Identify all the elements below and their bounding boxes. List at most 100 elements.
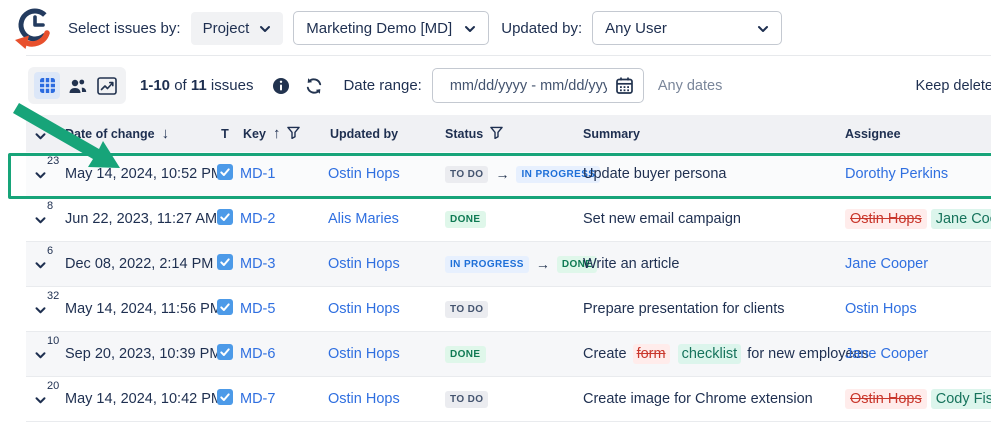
expand-cell: 20 [26,377,60,421]
header-status[interactable]: Status [443,126,581,142]
issue-key-link[interactable]: MD-1 [240,166,275,182]
updated-by-link[interactable]: Ostin Hops [328,301,400,317]
status-badge: TO DO [445,301,488,318]
expand-chevron-icon[interactable] [35,262,46,269]
expand-cell: 32 [26,287,60,331]
select-issues-by-dropdown[interactable]: Project [191,12,284,45]
toolbar: 1-10 of 11 issues Date range: Any dates … [0,56,991,115]
header-updated-by[interactable]: Updated by [328,127,443,141]
updated-by-link[interactable]: Ostin Hops [328,346,400,362]
table-row[interactable]: 20 May 14, 2024, 10:42 PM MD-7 Ostin Hop… [26,377,991,422]
project-select-value: Marketing Demo [MD] [306,20,452,37]
issue-key-link[interactable]: MD-3 [240,256,275,272]
chevron-down-icon [259,20,271,37]
issue-key-link[interactable]: MD-6 [240,346,275,362]
status-cell: IN PROGRESS→DONE [443,256,581,273]
updated-by-link[interactable]: Ostin Hops [328,166,400,182]
task-type-icon [217,164,233,184]
status-badge: TO DO [445,391,488,408]
expand-chevron-icon[interactable] [35,397,46,404]
chevron-down-icon [757,20,769,37]
expand-chevron-icon[interactable] [35,217,46,224]
summary-text: Set new email campaign [583,211,741,227]
assignee-link[interactable]: Ostin Hops [845,301,917,317]
issues-count-total: 11 [191,77,207,94]
select-issues-by-value: Project [203,20,250,37]
summary-text [672,346,676,362]
assignee-diff-removed: Ostin Hops [845,389,927,409]
expand-cell: 23 [26,152,60,196]
header-assignee[interactable]: Assignee [843,127,991,141]
assignee-cell: Dorothy Perkins [843,166,991,182]
type-cell [210,209,240,229]
task-type-icon [217,209,233,229]
assignee-cell: Jane Cooper [843,256,991,272]
chart-view-icon[interactable] [94,72,120,99]
updated-by-value: Any User [605,20,667,37]
header-date-of-change[interactable]: Date of change ↓ [60,125,210,142]
chevron-down-icon [464,20,476,37]
status-cell: DONE [443,211,581,228]
task-type-icon [217,389,233,409]
table-view-icon[interactable] [34,72,60,99]
header-summary[interactable]: Summary [581,127,843,141]
summary-text: Prepare presentation for clients [583,301,785,317]
header-date-label: Date of change [65,127,155,141]
calendar-icon[interactable] [615,76,634,100]
status-badge: DONE [445,346,486,363]
type-cell [210,344,240,364]
type-cell [210,389,240,409]
date-of-change-cell: May 14, 2024, 10:42 PM [60,391,210,407]
table-row[interactable]: 32 May 14, 2024, 11:56 PM MD-5 Ostin Hop… [26,287,991,332]
type-cell [210,164,240,184]
updated-by-link[interactable]: Ostin Hops [328,391,400,407]
chevron-down-icon[interactable] [35,133,46,140]
project-select-dropdown[interactable]: Marketing Demo [MD] [293,11,489,45]
info-icon[interactable] [272,77,290,95]
expand-chevron-icon[interactable] [35,352,46,359]
filter-icon[interactable] [490,126,503,142]
issue-key-link[interactable]: MD-5 [240,301,275,317]
status-cell: DONE [443,346,581,363]
summary-diff-added: checklist [678,344,742,364]
table-row[interactable]: 8 Jun 22, 2023, 11:27 AM MD-2 Alis Marie… [26,197,991,242]
changes-count-badge: 6 [47,245,53,257]
assignee-cell: Ostin Hops [843,301,991,317]
assignee-cell: Ostin HopsJane Cooper [843,209,991,229]
assignee-link[interactable]: Jane Cooper [845,256,928,272]
summary-cell: Update buyer persona [581,166,843,182]
updated-by-dropdown[interactable]: Any User [592,11,782,45]
summary-cell: Create image for Chrome extension [581,391,843,407]
table-row[interactable]: 6 Dec 08, 2022, 2:14 PM MD-3 Ostin Hops … [26,242,991,287]
header-expand-all[interactable] [26,115,60,152]
header-key[interactable]: Key ↑ [240,125,328,142]
issue-key-link[interactable]: MD-7 [240,391,275,407]
changes-count-badge: 10 [47,335,59,347]
table-row-highlighted[interactable]: 23 May 14, 2024, 10:52 PM MD-1 Ostin Hop… [26,152,991,197]
filter-icon[interactable] [287,126,300,142]
sort-desc-icon[interactable]: ↓ [162,125,170,142]
date-range-input[interactable] [432,68,644,103]
header-status-label: Status [445,127,483,141]
expand-chevron-icon[interactable] [35,172,46,179]
header-key-label: Key [243,127,266,141]
sort-asc-icon[interactable]: ↑ [273,125,281,142]
header-type[interactable]: T [210,127,240,141]
status-cell: TO DO→IN PROGRESS [443,166,581,183]
date-of-change-cell: May 14, 2024, 10:52 PM [60,166,210,182]
updated-by-link[interactable]: Alis Maries [328,211,399,227]
task-type-icon [217,254,233,274]
expand-chevron-icon[interactable] [35,307,46,314]
table-row[interactable]: 10 Sep 20, 2023, 10:39 PM MD-6 Ostin Hop… [26,332,991,377]
assignee-diff-removed: Ostin Hops [845,209,927,229]
date-range-label: Date range: [343,77,421,94]
refresh-icon[interactable] [304,76,324,96]
header-summary-label: Summary [583,127,640,141]
any-dates-label: Any dates [658,78,723,94]
assignee-link[interactable]: Jane Cooper [845,346,928,362]
issue-key-link[interactable]: MD-2 [240,211,275,227]
type-cell [210,299,240,319]
users-view-icon[interactable] [64,72,90,99]
updated-by-link[interactable]: Ostin Hops [328,256,400,272]
assignee-link[interactable]: Dorothy Perkins [845,166,948,182]
